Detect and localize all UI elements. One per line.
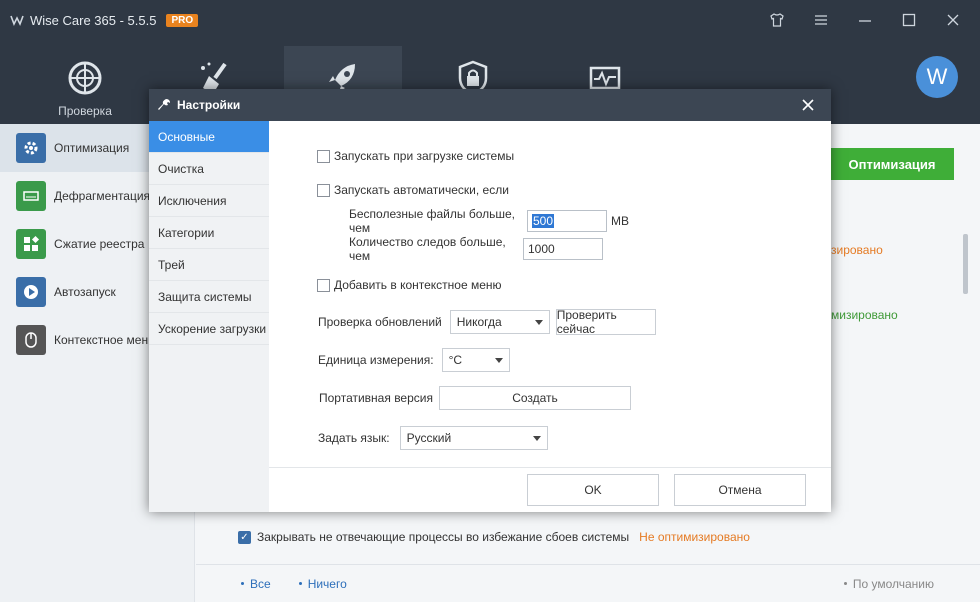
update-check-row: Проверка обновлений Никогда Проверить се…: [318, 308, 656, 336]
sidebar-item-label: Автозапуск: [54, 285, 116, 299]
temperature-unit-value: °C: [448, 353, 463, 367]
startup-checkbox[interactable]: [317, 149, 330, 163]
status-optimized: мизировано: [831, 308, 898, 322]
scrollbar[interactable]: [963, 234, 968, 294]
update-frequency-value: Никогда: [456, 315, 502, 329]
sidebar-item-label: Дефрагментация: [54, 189, 151, 203]
nav-exclusions[interactable]: Исключения: [149, 185, 269, 217]
portable-row: Портативная версия Создать: [319, 386, 631, 410]
blocks-icon: [16, 229, 46, 259]
radar-icon: [68, 61, 102, 95]
nav-categories[interactable]: Категории: [149, 217, 269, 249]
settings-body: Запускать при загрузке системы Запускать…: [269, 121, 831, 467]
minimize-icon[interactable]: [852, 8, 878, 32]
restore-default-link[interactable]: По умолчанию: [843, 576, 934, 591]
app-title: Wise Care 365 - 5.5.5: [30, 12, 157, 28]
option-startup[interactable]: Запускать при загрузке системы: [317, 149, 514, 163]
settings-dialog: Настройки Основные Очистка Исключения Ка…: [149, 89, 831, 512]
mouse-icon: [16, 325, 46, 355]
app-logo-icon: [10, 13, 24, 27]
gear-icon: [16, 133, 46, 163]
play-icon: [16, 277, 46, 307]
checkbox-checked[interactable]: ✓: [238, 530, 251, 544]
portable-label: Портативная версия: [319, 391, 433, 405]
toolbar-item-label: Проверка: [58, 104, 112, 118]
shirt-icon[interactable]: [764, 8, 790, 32]
status-not-optimized: Не оптимизировано: [639, 530, 750, 544]
toolbar-item-check[interactable]: Проверка: [26, 46, 144, 124]
option-close-hung-processes[interactable]: ✓ Закрывать не отвечающие процессы во из…: [238, 530, 750, 544]
pro-badge: PRO: [166, 13, 199, 27]
nav-system-protection[interactable]: Защита системы: [149, 281, 269, 313]
nav-tray[interactable]: Трей: [149, 249, 269, 281]
auto-run-label: Запускать автоматически, если: [334, 183, 509, 197]
sidebar-item-label: Сжатие реестра: [54, 237, 145, 251]
language-row: Задать язык: Русский: [318, 426, 548, 450]
auto-run-checkbox[interactable]: [317, 183, 330, 197]
junk-size-input[interactable]: 500: [527, 210, 607, 232]
menu-icon[interactable]: [808, 8, 834, 32]
optimize-button[interactable]: Оптимизация: [830, 148, 954, 180]
nav-boot-speedup[interactable]: Ускорение загрузки: [149, 313, 269, 345]
language-select[interactable]: Русский: [399, 426, 548, 450]
dialog-close-icon[interactable]: [799, 96, 817, 114]
select-none-link[interactable]: Ничего: [298, 576, 347, 591]
title-bar: Wise Care 365 - 5.5.5 PRO: [0, 0, 980, 40]
cancel-button[interactable]: Отмена: [674, 474, 806, 506]
update-frequency-select[interactable]: Никогда: [449, 310, 550, 334]
create-portable-button[interactable]: Создать: [439, 386, 631, 410]
nav-cleaning[interactable]: Очистка: [149, 153, 269, 185]
dialog-footer: OK Отмена: [269, 467, 831, 512]
close-icon[interactable]: [940, 8, 966, 32]
option-auto-run[interactable]: Запускать автоматически, если: [317, 183, 509, 197]
context-menu-label: Добавить в контекстное меню: [334, 278, 502, 292]
settings-nav: Основные Очистка Исключения Категории Тр…: [149, 121, 269, 512]
context-menu-checkbox[interactable]: [317, 278, 330, 292]
chevron-down-icon: [534, 319, 543, 325]
language-value: Русский: [406, 431, 452, 445]
junk-unit-label: MB: [611, 214, 629, 228]
sidebar-item-label: Оптимизация: [54, 141, 130, 155]
wrench-icon: [158, 99, 170, 110]
option-context-menu[interactable]: Добавить в контекстное меню: [317, 278, 502, 292]
maximize-icon[interactable]: [896, 8, 922, 32]
junk-size-value: 500: [532, 214, 555, 228]
select-all-label: Все: [250, 576, 271, 591]
chevron-down-icon: [532, 435, 541, 441]
temperature-unit-select[interactable]: °C: [441, 348, 510, 372]
restore-default-label: По умолчанию: [852, 576, 934, 591]
language-label: Задать язык:: [318, 431, 390, 445]
sidebar-item-label: Контекстное меню: [54, 333, 158, 347]
ok-button[interactable]: OK: [527, 474, 659, 506]
traces-label: Количество следов больше, чем: [349, 235, 506, 263]
avatar[interactable]: W: [916, 56, 958, 98]
startup-label: Запускать при загрузке системы: [334, 149, 515, 163]
check-now-button[interactable]: Проверить сейчас: [555, 308, 656, 336]
dialog-title-bar: Настройки: [149, 89, 831, 121]
junk-label: Бесполезные файлы больше, чем: [349, 207, 516, 235]
dialog-title: Настройки: [177, 98, 241, 112]
junk-threshold-row: Бесполезные файлы больше, чем 500 MB: [349, 207, 629, 235]
unit-label: Единица измерения:: [318, 353, 434, 367]
footer-bar: Все Ничего По умолчанию: [196, 564, 980, 602]
select-all-link[interactable]: Все: [241, 577, 271, 591]
chevron-down-icon: [494, 357, 503, 363]
update-check-label: Проверка обновлений: [318, 315, 442, 329]
unit-row: Единица измерения: °C: [318, 348, 510, 372]
select-none-label: Ничего: [307, 576, 347, 591]
option-label: Закрывать не отвечающие процессы во избе…: [257, 530, 630, 544]
disk-icon: [16, 181, 46, 211]
traces-threshold-row: Количество следов больше, чем 1000: [349, 235, 603, 263]
nav-general[interactable]: Основные: [149, 121, 269, 153]
traces-count-input[interactable]: 1000: [523, 238, 603, 260]
status-not-optimized: зировано: [831, 243, 883, 257]
